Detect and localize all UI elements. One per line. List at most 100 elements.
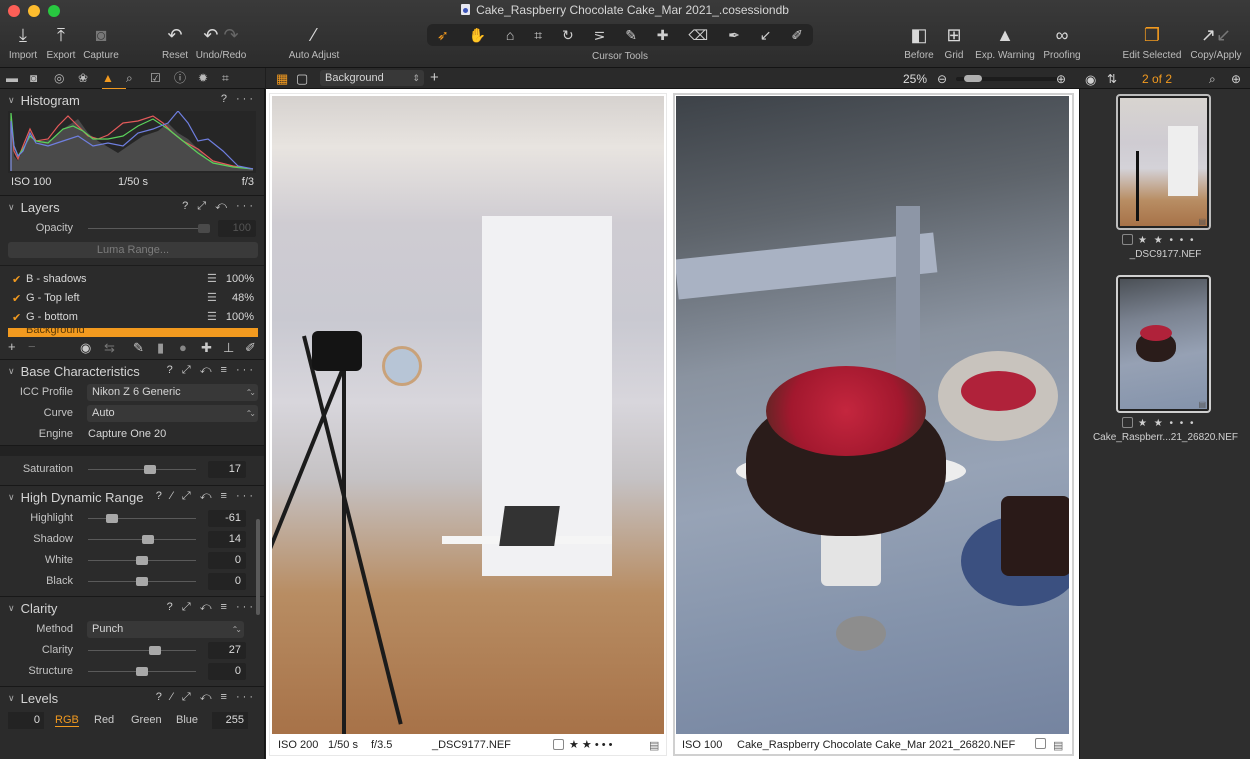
tab-crop-icon[interactable]: ⌗ [222,68,246,90]
levels-high-value[interactable]: 255 [212,712,248,729]
reset-tool-icon[interactable]: ↶ [200,691,215,703]
capture-button[interactable]: ◙ Capture [81,24,121,61]
clone-stamp-icon[interactable]: ⊥ [223,340,234,356]
more-icon[interactable]: ··· [236,364,256,376]
histogram-header[interactable]: ∨ Histogram? ··· [0,89,264,111]
presets-icon[interactable]: ≡ [221,490,230,502]
white-knob[interactable] [136,556,148,565]
more-icon[interactable]: ··· [236,691,256,703]
clarity-header[interactable]: ∨ Clarity? ⤢ ↶ ≡ ··· [0,597,264,619]
sliders-icon[interactable]: ☰ [207,291,217,304]
thumbnail-selected[interactable]: ▤ [1116,94,1211,230]
expand-icon[interactable]: ⤢ [182,691,194,703]
channel-tab-red[interactable]: Red [94,714,114,726]
help-icon[interactable]: ? [167,364,176,376]
tab-color-icon[interactable]: ❀ [78,68,102,90]
select-checkbox[interactable] [553,739,564,750]
eye-icon[interactable]: ◉ [1085,72,1096,88]
saturation-knob[interactable] [143,465,156,474]
help-icon[interactable]: ? [182,200,191,212]
layers-header[interactable]: ∨ Layers? ⤢ ↶ ··· [0,196,264,218]
rotate-icon[interactable]: ↻ [562,27,574,44]
black-slider[interactable] [88,577,196,586]
curve-dropdown[interactable]: Auto [87,405,258,422]
picker-icon[interactable]: ✒ [728,27,740,44]
before-button[interactable]: ◧ Before [902,24,936,61]
channel-tab-green[interactable]: Green [131,714,162,726]
export-button[interactable]: ⤒ Export [44,24,78,61]
more-icon[interactable]: ··· [236,601,256,613]
tab-capture-icon[interactable]: ◙ [30,68,54,90]
hdr-header[interactable]: ∨ High Dynamic Range? ⁄ ⤢ ↶ ≡ ··· [0,486,264,508]
tab-details-icon[interactable]: ⌕ [126,68,150,90]
reset-button[interactable]: ↶ Reset [158,24,192,61]
channel-tab-blue[interactable]: Blue [176,714,198,726]
gradient-icon[interactable]: ↙ [760,27,772,44]
right-checkbox-wrap[interactable] [1035,738,1051,750]
add-layer-icon[interactable]: + [8,339,16,354]
opacity-knob[interactable] [198,224,211,233]
multi-view-icon[interactable]: ▦ [276,71,288,87]
heal-icon[interactable]: ✚ [657,27,669,44]
zoom-in-icon[interactable]: ⊕ [1056,72,1066,86]
keystone-icon[interactable]: ⋝ [594,27,606,44]
search-icon[interactable]: ⌕ [1209,72,1216,87]
proofing-button[interactable]: ∞ Proofing [1040,24,1084,61]
pan-hand-icon[interactable]: ✋ [469,27,486,44]
reset-tool-icon[interactable]: ↶ [200,601,215,613]
copy-apply-button[interactable]: ↗↙ Copy/Apply [1188,24,1244,61]
browser-zoom-icon[interactable]: ⊕ [1231,72,1241,86]
shadow-knob[interactable] [142,535,155,544]
sliders-icon[interactable]: ☰ [207,310,217,323]
panel-scrollbar[interactable] [256,519,260,615]
photo-right[interactable] [676,96,1069,734]
icc-profile-dropdown[interactable]: Nikon Z 6 Generic [87,384,258,401]
grid-button[interactable]: ⊞ Grid [940,24,968,61]
clarity-value[interactable]: 27 [208,642,246,659]
structure-value[interactable]: 0 [208,663,246,680]
saturation-slider[interactable] [88,465,196,474]
import-button[interactable]: ⤓ Import [6,24,40,61]
highlight-value[interactable]: -61 [208,510,246,527]
highlight-slider[interactable] [88,514,196,523]
tab-adjustments-icon[interactable]: ☑ [150,68,174,90]
more-icon[interactable]: ··· [236,93,256,105]
eraser-icon[interactable]: ⌫ [688,27,708,44]
exposure-warning-button[interactable]: ▲ Exp. Warning [972,24,1038,61]
layer-item[interactable]: ✔ G - Top left ☰ 48% [0,289,264,308]
star-rating[interactable]: ★ ★ • • • [1138,235,1196,246]
thumbnail[interactable]: ▤ [1116,275,1211,413]
sort-icon[interactable]: ⇅ [1107,72,1117,86]
reset-tool-icon[interactable]: ↶ [215,200,230,212]
crop-icon[interactable]: ⌗ [534,27,542,44]
expand-icon[interactable]: ⤢ [182,490,194,502]
white-slider[interactable] [88,556,196,565]
expand-icon[interactable]: ⤢ [182,364,194,376]
luma-range-button[interactable]: Luma Range... [8,242,258,258]
select-checkbox[interactable] [1122,234,1133,245]
auto-adjust-button[interactable]: ⁄ Auto Adjust [286,24,342,61]
black-value[interactable]: 0 [208,573,246,590]
check-icon[interactable]: ✔ [12,311,21,324]
layer-select-dropdown[interactable]: Background ⇕ [320,70,424,86]
select-checkbox[interactable] [1035,738,1046,749]
picker-icon[interactable]: ⁄ [171,490,176,502]
presets-icon[interactable]: ≡ [221,601,230,613]
radial-gradient-icon[interactable]: ● [179,340,187,355]
thumbnail-rating[interactable]: ★ ★ • • • [1122,417,1196,429]
layer-item[interactable]: ✔ B - shadows ☰ 100% [0,270,264,289]
zoom-out-icon[interactable]: ⊖ [937,72,947,86]
expand-icon[interactable]: ⤢ [182,601,194,613]
method-dropdown[interactable]: Punch [87,621,244,638]
layer-item[interactable]: ✔ G - bottom ☰ 100% [0,308,264,327]
opacity-value[interactable]: 100 [218,220,256,237]
saturation-value[interactable]: 17 [208,461,246,478]
check-icon[interactable]: ✔ [12,273,21,286]
clarity-knob[interactable] [148,646,161,655]
clarity-slider[interactable] [88,646,196,655]
layer-item-selected[interactable]: Background [8,328,258,337]
levels-header[interactable]: ∨ Levels? ⁄ ⤢ ↶ ≡ ··· [0,687,264,709]
single-view-icon[interactable]: ▢ [296,71,308,87]
tab-library-icon[interactable]: ▬ [6,68,30,90]
select-checkbox[interactable] [1122,417,1133,428]
